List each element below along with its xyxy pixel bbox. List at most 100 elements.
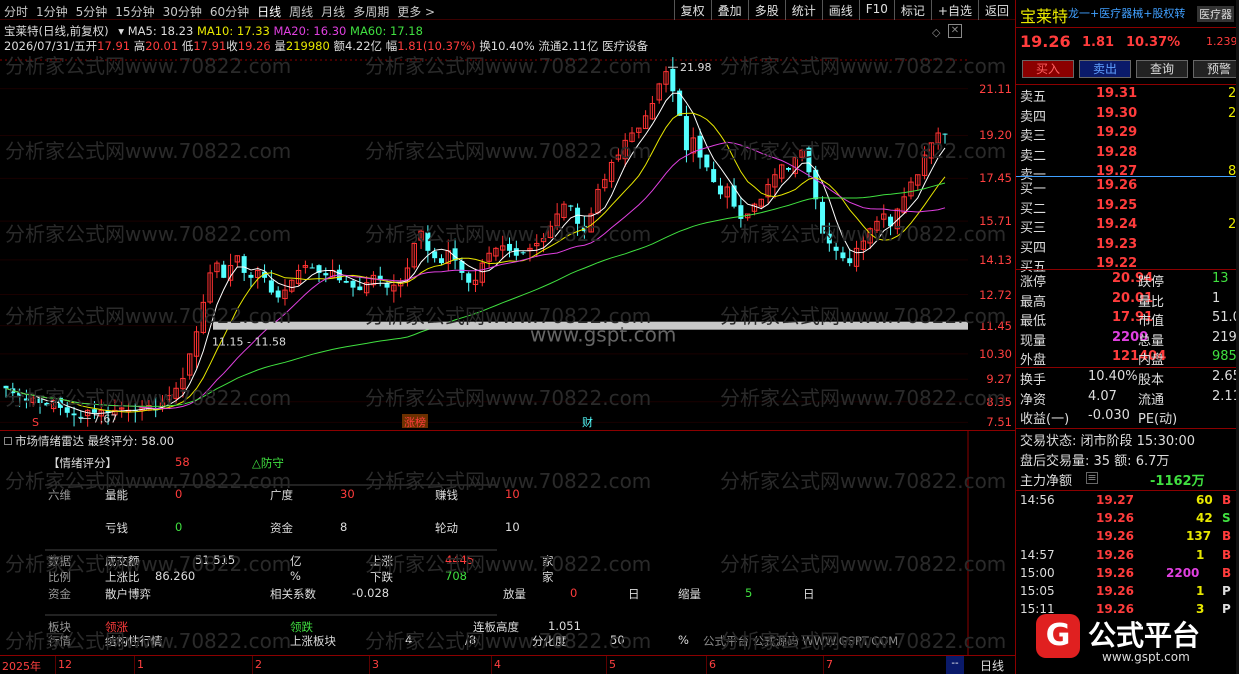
period-tab-bottom[interactable]: 日线 [980,657,1004,674]
y-tick-label: 15.71 [979,214,1012,229]
candle-body [78,416,84,418]
stat-value: 985 [1212,349,1237,364]
scroll-button[interactable]: -- [946,656,964,674]
ask-label: 卖二 [1020,148,1047,164]
tool-button-5[interactable]: F10 [858,0,894,20]
candle-body [731,185,737,207]
tool-button-7[interactable]: +自选 [930,0,978,20]
tool-button-1[interactable]: 叠加 [710,0,748,20]
trade-button-2[interactable]: 查询 [1136,60,1188,78]
candle-body [248,274,254,278]
candle-body [71,413,77,416]
stat-label: 流通 [1138,392,1165,408]
divider [1016,269,1239,270]
period-tab-2[interactable]: 5分钟 [76,3,108,20]
candle-body [323,273,329,276]
candle-body [568,205,574,207]
tick-side: B [1222,529,1232,544]
float-value: 流通2.11亿 [538,39,599,53]
trade-button-0[interactable]: 买入 [1022,60,1074,78]
period-tab-8[interactable]: 月线 [321,3,345,20]
tick-time: 15:00 [1020,565,1055,580]
stat-label: 换手 [1020,373,1047,388]
bid-price: 19.25 [1096,197,1138,213]
stat-label: 最高 [1020,294,1047,310]
candle-body [23,398,29,401]
candle-body [717,185,723,195]
tick-price: 19.26 [1096,584,1134,598]
tick-volume: 60 [1196,493,1213,507]
date-axis: 2025年 12 1 2 3 4 5 6 7 -- 日线 [0,655,1015,674]
diamond-icon[interactable]: ◇ [932,26,940,39]
candle-body [221,264,227,278]
stat-label: 净资 [1020,392,1047,408]
period-tab-7[interactable]: 周线 [289,3,313,20]
after-hours: 盘后交易量: 35 额: 6.7万 [1020,454,1170,469]
tool-button-2[interactable]: 多股 [747,0,785,20]
stat-label: 跌停 [1138,275,1165,290]
stat-label: 外盘 [1020,353,1047,368]
stat-value: 2.11 [1212,388,1239,404]
chart-marker[interactable]: S [32,416,39,429]
date-tick [823,656,824,674]
tick-time: 14:57 [1020,547,1055,562]
tool-button-6[interactable]: 标记 [893,0,931,20]
last-price: 19.26 [1020,32,1071,51]
candle-body [425,232,431,251]
divider [1016,27,1239,28]
stat-label: 总量 [1138,333,1165,349]
period-tab-6[interactable]: 日线 [257,3,281,20]
tool-button-0[interactable]: 复权 [673,0,711,20]
y-tick-label: 17.45 [979,171,1012,186]
price-pct: 10.37% [1126,35,1181,50]
candle-body [786,167,791,170]
date-label: 2 [255,658,262,671]
tool-button-8[interactable]: 返回 [977,0,1015,20]
ask-label: 卖四 [1020,109,1047,125]
period-tab-10[interactable]: 更多 > [397,3,435,20]
candle-body [677,90,683,116]
kline-chart[interactable]: 21.98 7.67 11.15 - 11.58 www.gspt.com S 涨榜 财 [0,52,968,430]
chart-header-ma: 宝莱特(日线,前复权) ▾ MA5: 18.23 MA10: 17.33 MA2… [4,23,423,39]
y-tick-label: 12.72 [979,287,1012,302]
ma-settings-icon[interactable]: ▾ [118,24,124,38]
y-tick-label: 7.51 [986,415,1012,430]
tick-side: B [1222,547,1232,562]
tick-side: B [1222,493,1232,507]
bid-label: 买二 [1020,201,1047,217]
ask-label: 卖五 [1020,90,1047,105]
tick-volume: 137 [1186,529,1212,544]
candle-body [241,256,247,273]
trade-button-3[interactable]: 预警 [1193,60,1239,78]
sentiment-grid-lines [45,430,969,655]
stat-label: PE(动) [1138,412,1178,427]
period-tab-4[interactable]: 30分钟 [163,3,202,20]
low-label: 低 [181,39,194,53]
trade-button-1[interactable]: 卖出 [1079,60,1131,78]
bid-ask-divider [1016,176,1239,177]
period-tab-9[interactable]: 多周期 [353,3,389,20]
tool-button-4[interactable]: 画线 [821,0,859,20]
date-tick [55,656,56,674]
bid-label: 买一 [1020,182,1047,197]
chart-marker[interactable]: 财 [582,415,593,429]
vol-label: 量 [274,39,286,53]
stat-label: 收益(一) [1020,412,1070,427]
period-tab-1[interactable]: 1分钟 [36,3,68,20]
chart-marker[interactable]: 涨榜 [404,415,426,429]
ma10-value: MA10: 17.33 [196,24,270,38]
high-label: 21.98 [680,61,712,74]
period-tab-3[interactable]: 15分钟 [115,3,154,20]
tick-time: 14:56 [1020,493,1055,507]
tool-button-3[interactable]: 统计 [784,0,822,20]
period-tab-0[interactable]: 分时 [4,3,28,20]
close-icon[interactable]: ✕ [948,24,962,38]
date-tick [252,656,253,674]
bid-price: 19.23 [1096,236,1138,252]
date-label: 12 [58,658,72,671]
menu-icon[interactable]: ≡ [1086,472,1098,484]
stat-label: 最低 [1020,314,1047,329]
period-tab-5[interactable]: 60分钟 [210,3,249,20]
candle-body [826,233,832,244]
candle-body [384,283,390,288]
